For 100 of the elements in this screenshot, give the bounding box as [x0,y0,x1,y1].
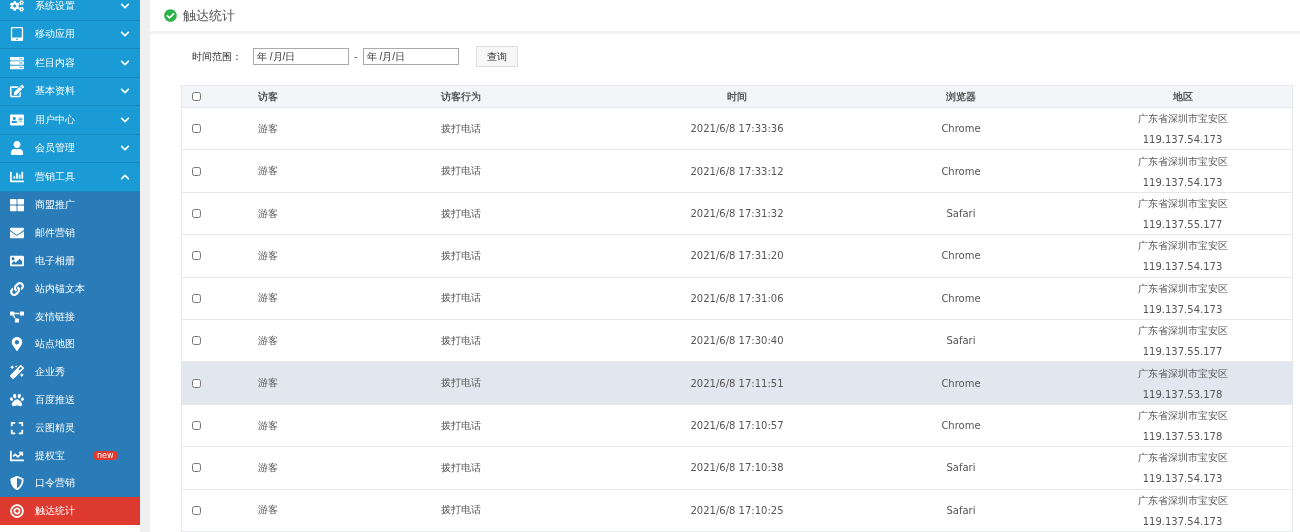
table-cell-text: 拨打电话 [440,206,481,221]
nodes-icon [9,309,25,324]
table-cell: Chrome [941,292,981,304]
table-cell: 119.137.55.177 [1142,219,1223,231]
chevron-down-icon [120,57,130,68]
table-cell: 2021/6/8 17:11:51 [690,377,784,389]
row-checkbox[interactable] [192,251,201,261]
table-cell: 2021/6/8 17:10:25 [690,504,784,516]
link-icon [9,281,25,296]
start-date-field[interactable]: 年 /月/日 [253,48,349,66]
menu-group[interactable]: 营销工具 [0,163,140,192]
menu-group[interactable]: 基本资料 [0,77,140,106]
map-pin-icon [9,337,25,352]
menu-group[interactable]: 用户中心 [0,106,140,135]
menu-label: 提权宝 [35,448,65,463]
table-cell: 广东省深圳市宝安区 [1137,239,1228,254]
end-date-field[interactable]: 年 /月/日 [362,48,459,66]
menu-label: 站内锚文本 [35,281,85,296]
row-checkbox[interactable] [192,209,201,219]
table-cell: 119.137.54.173 [1142,515,1223,527]
table-cell: Chrome [941,377,981,389]
column-header: 浏览器 [946,89,976,104]
menu-item[interactable]: 邮件营销 [0,219,140,248]
menu-item[interactable]: 电子相册 [0,247,140,275]
table-cell: 广东省深圳市宝安区 [1137,197,1228,212]
grid-icon [9,198,25,213]
table-cell: 广东省深圳市宝安区 [1137,281,1228,296]
image-icon [9,254,25,268]
table-cell-text: 拨打电话 [440,164,481,179]
table-cell-text: 游客 [257,206,278,221]
table-cell: 2021/6/8 17:31:20 [690,250,784,262]
menu-item[interactable]: 企业秀 [0,358,140,387]
range-separator: - [354,51,358,63]
table-cell: 广东省深圳市宝安区 [1137,154,1228,169]
menu-label: 触达统计 [35,504,75,519]
column-header: 地区 [1172,89,1193,104]
row-checkbox[interactable] [192,463,201,473]
table-cell: 2021/6/8 17:33:36 [690,123,784,135]
table-cell: 119.137.54.173 [1142,473,1223,485]
menu-label: 站点地图 [35,337,75,352]
table-cell: 2021/6/8 17:30:40 [690,335,784,347]
table-cell: Chrome [941,420,981,431]
menu-group[interactable]: 移动应用 [0,20,140,49]
table-cell: 广东省深圳市宝安区 [1137,324,1228,339]
menu-item[interactable]: 百度推送 [0,386,140,414]
row-checkbox[interactable] [192,378,201,388]
page-title: 触达统计 [183,6,235,25]
table-cell: Chrome [941,123,981,135]
table-cell: 2021/6/8 17:31:06 [690,292,784,304]
frame-icon [9,420,25,435]
menu-label: 云图精灵 [35,420,75,435]
table-cell: Safari [946,208,976,220]
table-cell: 119.137.53.178 [1142,431,1223,442]
menu-item[interactable]: 商盟推广 [0,191,140,220]
select-all-checkbox[interactable] [192,92,201,102]
menu-item[interactable]: 站内锚文本 [0,274,140,303]
menu-item[interactable]: 触达统计 [0,497,140,526]
row-checkbox[interactable] [192,336,201,346]
menu-item[interactable]: 口令营销 [0,469,140,498]
menu-group[interactable]: 会员管理 [0,134,140,163]
menu-label: 营销工具 [35,169,75,184]
row-checkbox[interactable] [192,505,201,515]
table-cell: 119.137.54.173 [1142,134,1223,146]
chevron-down-icon [120,0,130,11]
table-cell: 广东省深圳市宝安区 [1137,409,1228,423]
tablet-icon [9,27,25,42]
table-cell: Chrome [941,250,981,262]
table-cell-text: 拨打电话 [440,503,481,518]
table-cell-text: 拨打电话 [440,248,481,263]
envelope-icon [9,226,25,241]
row-checkbox[interactable] [192,421,201,430]
menu-label: 邮件营销 [35,226,75,241]
row-checkbox[interactable] [192,293,201,303]
menu-item[interactable]: 友情链接 [0,302,140,331]
menu-group[interactable]: 系统设置 [0,0,140,21]
menu-label: 企业秀 [35,365,65,380]
table-cell-text: 游客 [257,460,278,475]
address-card-icon [9,112,25,127]
menu-label: 系统设置 [35,0,75,13]
row-checkbox[interactable] [192,124,201,134]
table-cell-text: 拨打电话 [440,291,481,306]
table-cell: 119.137.54.173 [1142,303,1223,315]
menu-item[interactable]: 站点地图 [0,330,140,359]
table-cell: 119.137.54.173 [1142,261,1223,273]
menu-group[interactable]: 栏目内容 [0,49,140,78]
table-cell: Safari [946,335,976,347]
menu-item[interactable]: 云图精灵 [0,413,140,442]
menu-item[interactable]: 提权宝 new [0,441,140,470]
menu-label: 商盟推广 [35,198,75,213]
query-button[interactable]: 查询 [475,46,518,68]
table-cell-text: 游客 [257,418,278,433]
table-cell: Safari [946,504,976,516]
menu-label: 用户中心 [35,112,75,127]
edit-icon [9,84,25,99]
menu-label: 移动应用 [35,27,75,42]
line-chart-icon [9,448,25,463]
time-range-label: 时间范围： [192,49,242,64]
table-cell-text: 拨打电话 [440,418,481,433]
row-checkbox[interactable] [192,166,201,176]
menu-label: 电子相册 [35,254,75,268]
